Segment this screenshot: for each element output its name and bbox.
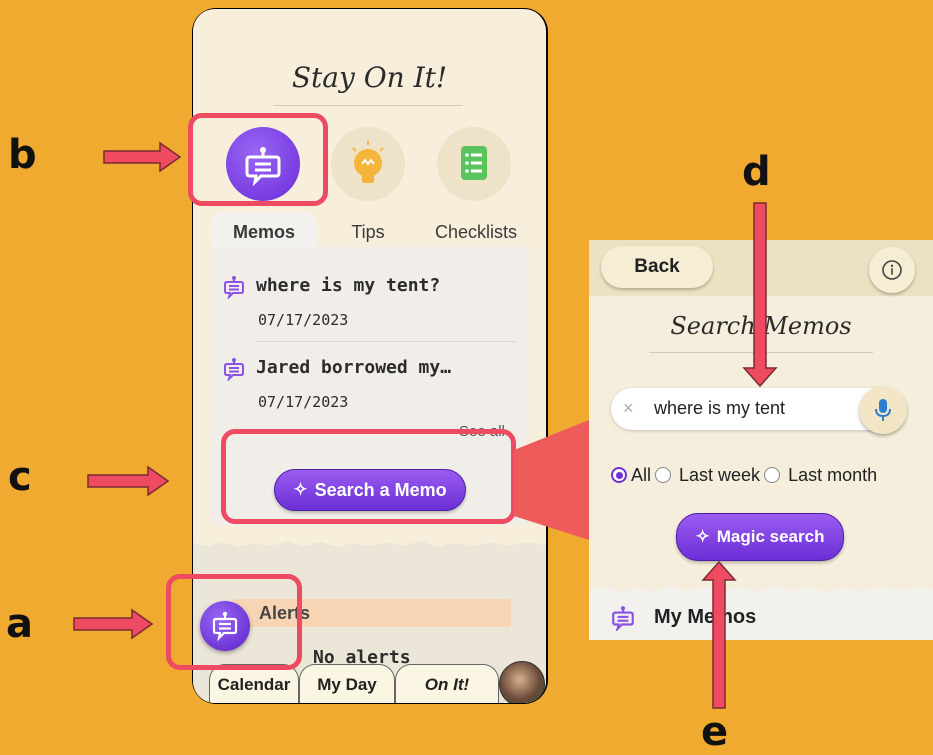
annotation-arrows-vertical [701,202,778,709]
arrow-d [742,202,778,388]
arrow-e [701,560,737,709]
